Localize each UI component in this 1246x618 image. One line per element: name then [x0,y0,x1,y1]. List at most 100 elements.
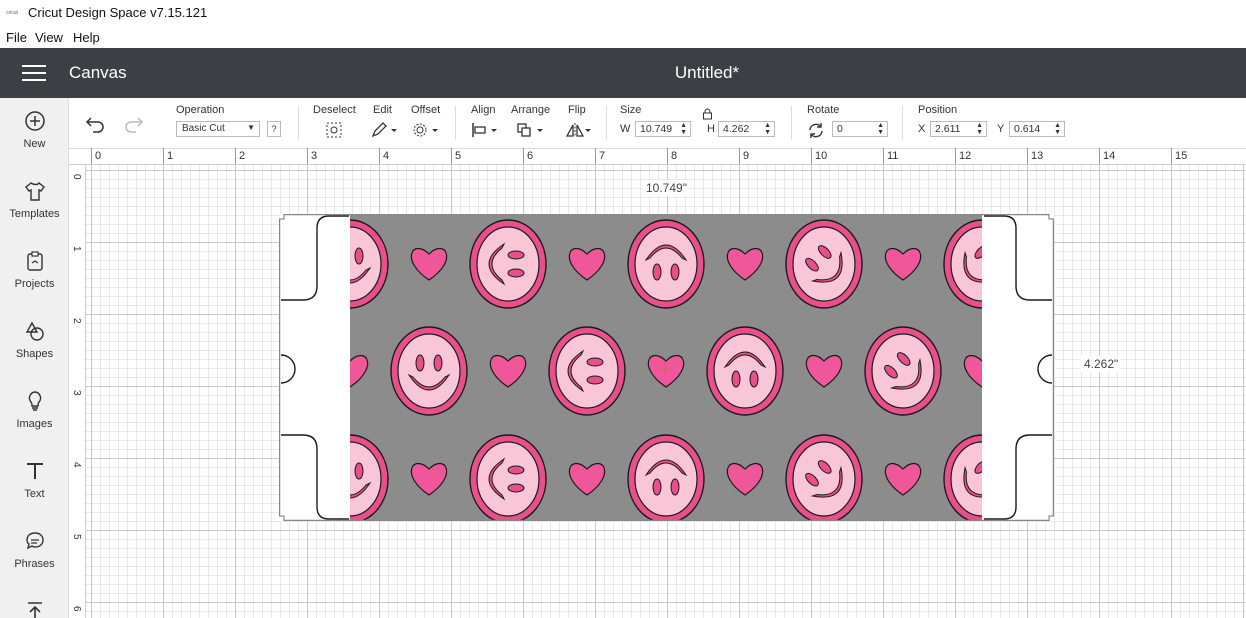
lightbulb-icon [28,391,41,411]
ruler-tick-label: 4 [383,150,390,162]
sidebar-item-images[interactable]: Images [0,390,69,452]
rotate-value: 0 [837,123,843,135]
deselect-icon[interactable] [325,121,343,139]
offset-icon[interactable] [412,122,440,138]
resize-handle[interactable] [279,515,285,521]
rotate-input[interactable]: 0 ▲ ▼ [832,121,888,137]
y-label: Y [997,123,1005,135]
width-label: W [620,123,631,135]
height-label: H [707,123,715,135]
resize-handle[interactable] [279,214,285,220]
text-t-icon [26,463,43,479]
width-input[interactable]: 10.749 ▲ ▼ [635,121,691,137]
sidebar-item-templates[interactable]: Templates [0,180,69,242]
app-header: Canvas Untitled* [0,48,1246,98]
sidebar-item-label: New [23,138,46,150]
stepper-icon: ▲ ▼ [680,122,687,136]
operation-help-button[interactable]: ? [267,121,281,137]
left-sidebar: New Templates Projects Shapes Images Tex… [0,98,69,618]
undo-icon[interactable] [85,114,107,134]
sidebar-item-shapes[interactable]: Shapes [0,320,69,382]
edit-pencil-icon[interactable] [370,122,398,138]
x-position-input[interactable]: 2.611 ▲ ▼ [930,121,987,137]
resize-handle[interactable] [1048,515,1054,521]
sidebar-item-label: Images [16,418,53,430]
sidebar-item-text[interactable]: Text [0,460,69,522]
selected-design[interactable] [279,214,1054,521]
height-readout: 4.262" [1081,356,1122,372]
size-label: Size [620,104,642,116]
sidebar-item-phrases[interactable]: Phrases [0,530,69,592]
edit-toolbar: Operation Basic Cut ▼ ? Deselect Edit Of… [69,98,1246,149]
sidebar-item-label: Shapes [15,348,54,360]
lock-icon[interactable] [702,108,713,120]
upload-icon [27,602,42,618]
height-value: 4.262 [723,123,750,135]
operation-value: Basic Cut [182,123,225,134]
ruler-horizontal: 0 1 2 3 4 5 6 7 8 9 10 11 12 13 14 15 [69,148,1246,165]
align-icon[interactable] [471,122,499,138]
ruler-tick-label: 10 [815,150,828,162]
ruler-tick-label: 0 [95,150,102,162]
smiley-face [627,434,705,521]
y-value: 0.614 [1014,123,1041,135]
smiley-face [785,219,863,309]
ruler-tick-label: 6 [71,606,82,612]
ruler-tick-label: 11 [887,150,899,162]
sidebar-item-label: Text [24,488,45,500]
width-readout: 10.749" [643,180,690,196]
sidebar-item-projects[interactable]: Projects [0,250,69,312]
ruler-tick-label: 14 [1103,150,1116,162]
sidebar-item-new[interactable]: New [0,110,69,172]
clipboard-icon [26,251,43,271]
align-label: Align [471,104,496,116]
height-input[interactable]: 4.262 ▲ ▼ [718,121,775,137]
ruler-tick-label: 2 [239,150,246,162]
resize-handle[interactable] [1048,214,1054,220]
y-position-input[interactable]: 0.614 ▲ ▼ [1009,121,1065,137]
menu-view[interactable]: View [35,30,63,45]
ruler-tick-label: 7 [599,150,606,162]
sidebar-item-label: Projects [14,278,55,290]
plus-circle-icon [24,111,45,131]
menu-bar: File View Help [0,26,1246,48]
sidebar-item-label: Templates [9,208,60,220]
ruler-tick-label: 5 [71,534,82,540]
ruler-tick-label: 15 [1175,150,1188,162]
smiley-face [706,326,784,416]
speech-bubble-icon [25,532,44,550]
ruler-tick-label: 6 [527,150,534,162]
arrange-icon[interactable] [516,122,546,138]
smiley-heart-pattern [350,219,982,521]
smiley-face [390,326,468,416]
menu-file[interactable]: File [6,30,27,45]
ruler-tick-label: 3 [71,390,82,396]
smiley-face [469,434,547,521]
stepper-icon: ▲ ▼ [764,122,771,136]
operation-label: Operation [176,104,225,116]
deselect-label: Deselect [313,104,356,116]
ruler-tick-label: 8 [671,150,678,162]
x-label: X [918,123,926,135]
sidebar-item-label: Phrases [14,558,55,570]
operation-select[interactable]: Basic Cut ▼ [176,121,260,137]
shirt-icon [24,181,45,201]
smiley-face [469,219,547,309]
width-value: 10.749 [640,123,673,135]
redo-icon[interactable] [122,114,144,134]
rotate-icon[interactable] [807,122,825,139]
ruler-tick-label: 1 [71,246,82,252]
document-title: Untitled* [674,63,740,82]
edit-label: Edit [373,104,392,116]
sidebar-item-upload[interactable] [0,600,69,618]
smiley-face [548,326,626,416]
app-logo-icon: cricut [6,10,18,16]
flip-icon[interactable] [564,122,594,138]
menu-help[interactable]: Help [73,30,100,45]
chevron-down-icon: ▼ [247,123,255,132]
ruler-tick-label: 3 [311,150,318,162]
stepper-icon: ▲ ▼ [1054,122,1061,136]
rotate-label: Rotate [807,104,840,116]
window-titlebar: cricut Cricut Design Space v7.15.121 [0,0,1246,26]
window-title: Cricut Design Space v7.15.121 [28,5,208,20]
